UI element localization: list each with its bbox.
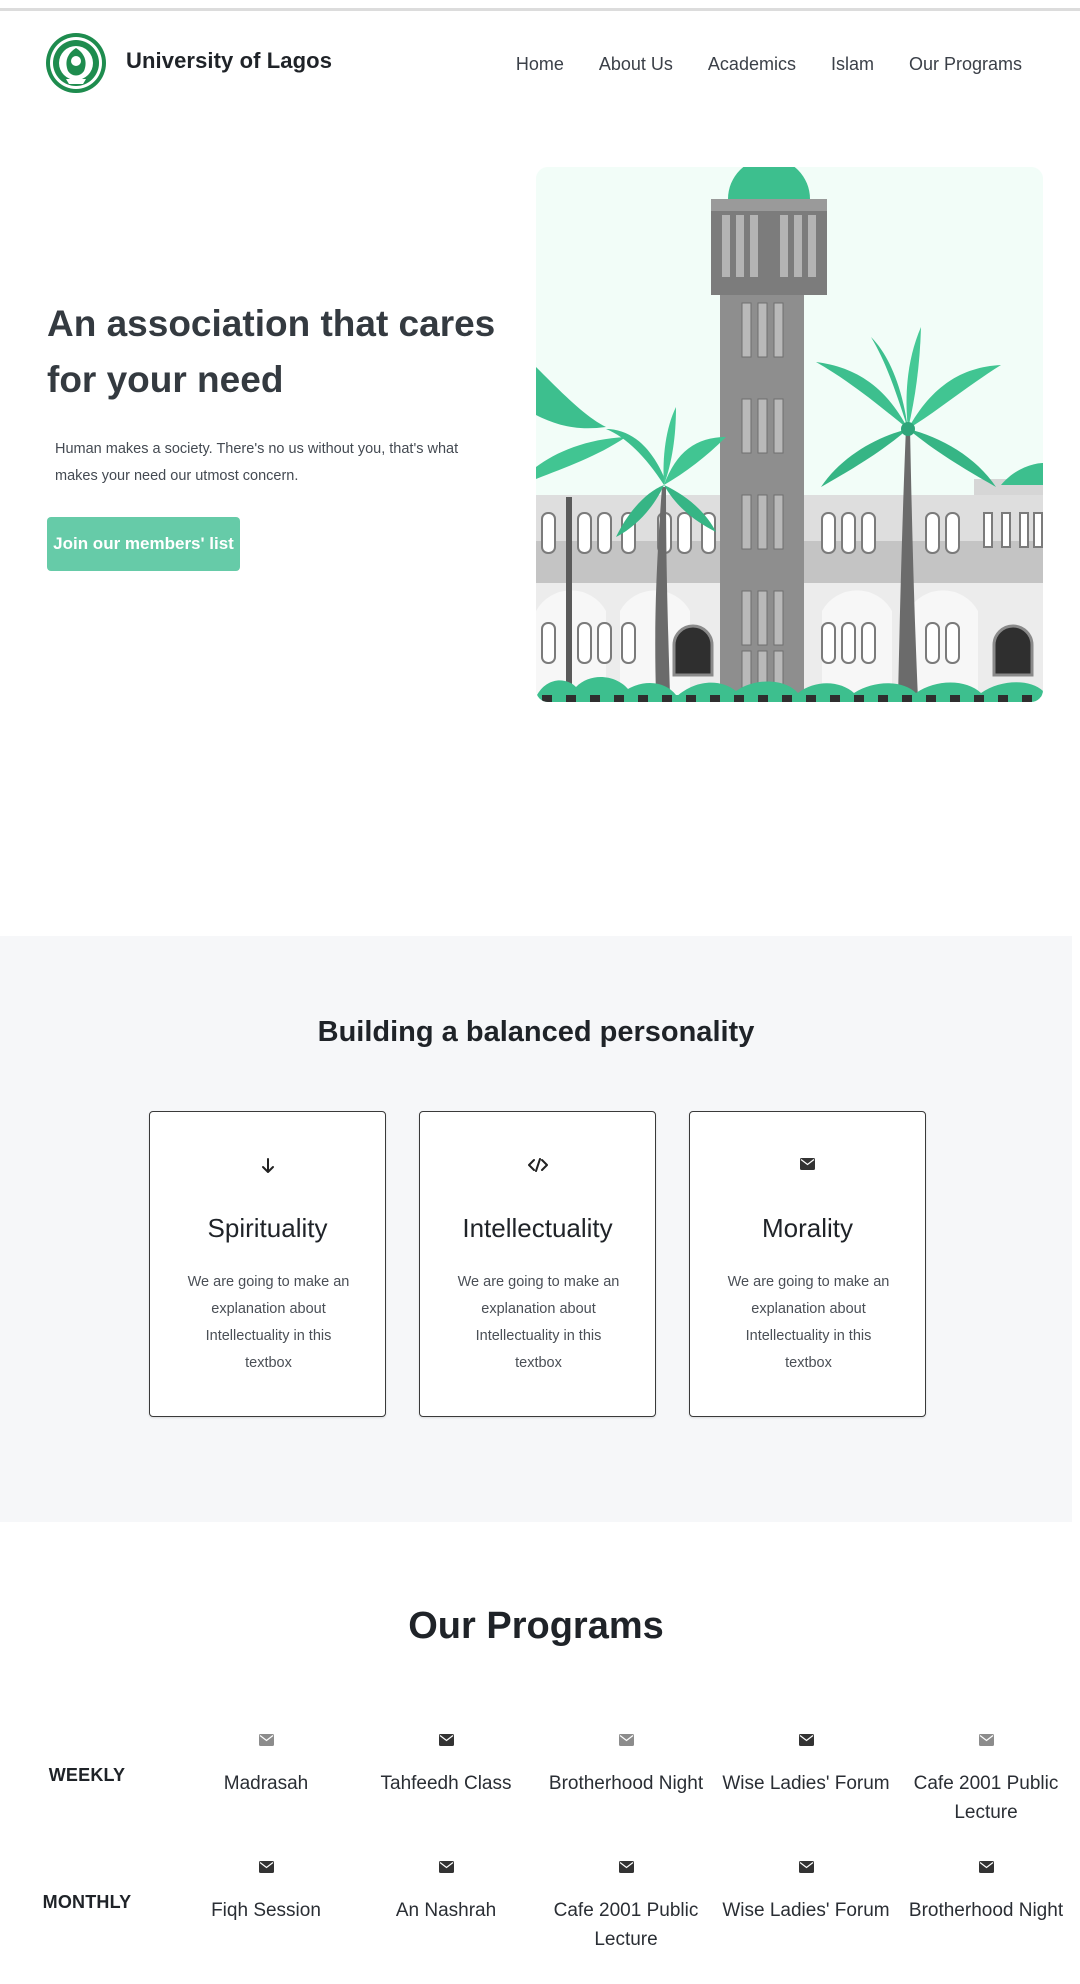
envelope-icon <box>720 1734 892 1748</box>
program-item[interactable]: Cafe 2001 Public Lecture <box>540 1861 712 1954</box>
feature-title: Morality <box>761 1213 853 1243</box>
top-border <box>0 8 1080 11</box>
program-item[interactable]: Cafe 2001 Public Lecture <box>900 1734 1072 1827</box>
program-name: Madrasah <box>223 1773 309 1794</box>
program-name: Wise Ladies' Forum <box>722 1900 890 1921</box>
program-item[interactable]: Madrasah <box>180 1734 352 1798</box>
program-row-label-weekly: WEEKLY <box>48 1765 126 1785</box>
program-item[interactable]: Fiqh Session <box>180 1861 352 1925</box>
program-name: Brotherhood Night <box>548 1773 704 1794</box>
envelope-icon <box>180 1861 352 1875</box>
feature-card-morality: Morality We are going to make an explana… <box>689 1111 926 1417</box>
feature-card-intellectuality: Intellectuality We are going to make an … <box>419 1111 656 1417</box>
feature-title: Spirituality <box>207 1213 328 1243</box>
code-icon <box>420 1158 655 1176</box>
features-section: Building a balanced personality Spiritua… <box>0 936 1072 1522</box>
program-name: Cafe 2001 Public Lecture <box>913 1773 1059 1823</box>
feature-card-spirituality: Spirituality We are going to make an exp… <box>149 1111 386 1417</box>
program-name: Wise Ladies' Forum <box>722 1773 890 1794</box>
nav-home[interactable]: Home <box>516 54 564 75</box>
program-name: Fiqh Session <box>211 1900 321 1921</box>
envelope-icon <box>180 1734 352 1748</box>
feature-text: We are going to make an explanation abou… <box>727 1274 890 1371</box>
navbar: University of Lagos Home About Us Academ… <box>0 28 1080 100</box>
program-name: Brotherhood Night <box>908 1900 1064 1921</box>
main-menu: Home About Us Academics Islam Our Progra… <box>516 54 1022 75</box>
program-item[interactable]: Brotherhood Night <box>900 1861 1072 1925</box>
envelope-icon <box>900 1734 1072 1748</box>
features-title: Building a balanced personality <box>317 1016 755 1048</box>
hero-description: Human makes a society. There's no us wit… <box>55 441 459 484</box>
nav-academics[interactable]: Academics <box>708 54 796 75</box>
envelope-icon <box>540 1861 712 1875</box>
program-item[interactable]: Tahfeedh Class <box>360 1734 532 1798</box>
feature-text: We are going to make an explanation abou… <box>457 1274 620 1371</box>
envelope-icon <box>360 1861 532 1875</box>
feature-text: We are going to make an explanation abou… <box>187 1274 350 1371</box>
program-item[interactable]: Wise Ladies' Forum <box>720 1861 892 1925</box>
envelope-icon <box>720 1861 892 1875</box>
university-crest-icon[interactable] <box>44 31 108 95</box>
envelope-icon <box>690 1158 925 1176</box>
envelope-icon <box>900 1861 1072 1875</box>
program-item[interactable]: Wise Ladies' Forum <box>720 1734 892 1798</box>
program-item[interactable]: Brotherhood Night <box>540 1734 712 1798</box>
program-name: Tahfeedh Class <box>380 1773 512 1794</box>
hero-illustration <box>536 167 1043 702</box>
arrow-down-icon <box>150 1158 385 1176</box>
join-members-list-button[interactable]: Join our members' list <box>47 517 240 571</box>
envelope-icon <box>540 1734 712 1748</box>
nav-about-us[interactable]: About Us <box>599 54 673 75</box>
nav-our-programs[interactable]: Our Programs <box>909 54 1022 75</box>
feature-title: Intellectuality <box>462 1213 613 1243</box>
brand-name[interactable]: University of Lagos <box>126 48 332 74</box>
envelope-icon <box>360 1734 532 1748</box>
programs-title: Our Programs <box>408 1605 664 1647</box>
nav-islam[interactable]: Islam <box>831 54 874 75</box>
program-name: Cafe 2001 Public Lecture <box>553 1900 699 1950</box>
program-row-label-monthly: MONTHLY <box>42 1892 132 1912</box>
hero-title: An association that cares for your need <box>47 303 496 400</box>
program-item[interactable]: An Nashrah <box>360 1861 532 1925</box>
program-name: An Nashrah <box>395 1900 497 1921</box>
